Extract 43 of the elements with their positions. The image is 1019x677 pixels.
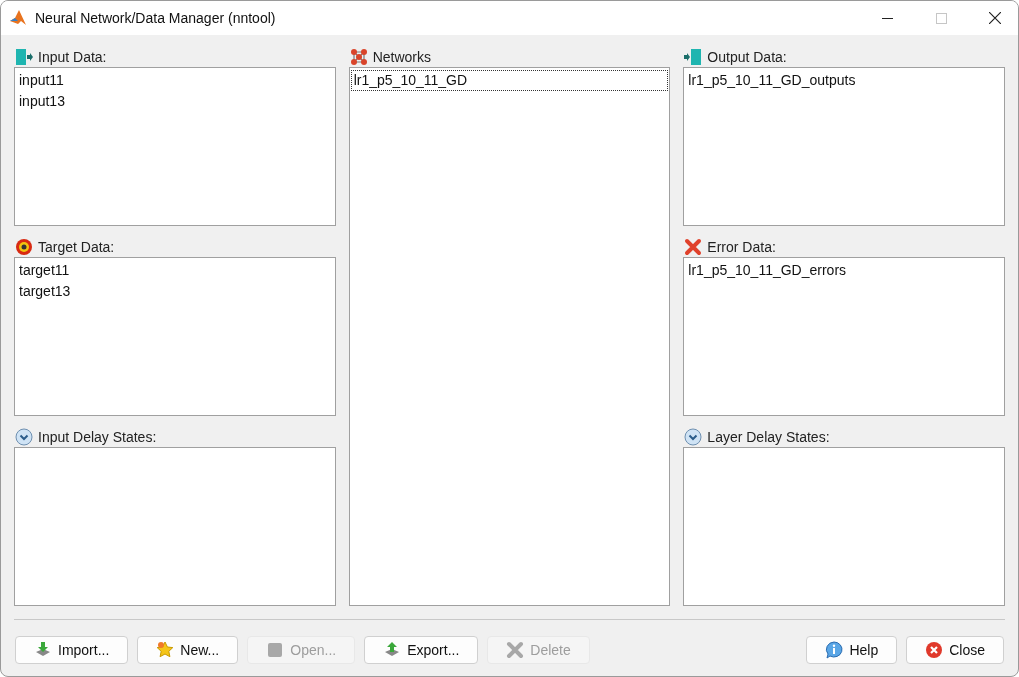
- list-label: Input Data:: [38, 49, 107, 65]
- star-icon: [156, 641, 175, 659]
- list-box[interactable]: lr1_p5_10_11_GD_errors: [683, 257, 1005, 416]
- list-item[interactable]: lr1_p5_10_11_GD: [350, 70, 669, 91]
- list-box[interactable]: target11 target13: [14, 257, 336, 416]
- list-item[interactable]: target13: [16, 281, 334, 302]
- close-icon: [925, 641, 944, 659]
- cross-icon: [506, 641, 525, 659]
- list-item[interactable]: lr1_p5_10_11_GD_outputs: [685, 70, 1003, 91]
- cross-icon: [684, 238, 703, 256]
- info-bubble-icon: [825, 641, 844, 659]
- list-item[interactable]: target11: [16, 260, 334, 281]
- window-title: Neural Network/Data Manager (nntool): [35, 10, 277, 26]
- door-arrow-icon: [684, 48, 703, 66]
- list-label: Input Delay States:: [38, 429, 157, 445]
- target-icon: [15, 238, 33, 256]
- door-arrow-icon: [15, 48, 33, 66]
- chevron-circle-icon: [15, 428, 33, 446]
- tray-arrow-icon: [34, 641, 52, 659]
- list-box[interactable]: input11 input13: [14, 67, 336, 226]
- list-label: Layer Delay States:: [707, 429, 830, 445]
- chevron-circle-icon: [684, 428, 703, 446]
- list-box[interactable]: lr1_p5_10_11_GD: [348, 67, 671, 606]
- export-button[interactable]: Export...: [364, 636, 479, 664]
- square-icon: [266, 641, 285, 659]
- import-button[interactable]: Import...: [15, 636, 129, 664]
- list-item[interactable]: input11: [16, 70, 334, 91]
- close-icon: [989, 12, 1001, 24]
- list-box[interactable]: [683, 447, 1005, 606]
- network-nodes-icon: [349, 48, 368, 66]
- maximize-icon: [935, 12, 947, 24]
- close-button[interactable]: Close: [906, 636, 1004, 664]
- list-label: Output Data:: [707, 49, 787, 65]
- help-button[interactable]: Help: [806, 636, 898, 664]
- list-label: Networks: [372, 49, 432, 65]
- new-button[interactable]: New...: [137, 636, 239, 664]
- list-label: Error Data:: [707, 239, 776, 255]
- peak-logo-icon: [9, 9, 27, 27]
- list-box[interactable]: [14, 447, 336, 606]
- list-box[interactable]: lr1_p5_10_11_GD_outputs: [683, 67, 1005, 226]
- list-item[interactable]: input13: [16, 91, 334, 112]
- list-label: Target Data:: [38, 239, 115, 255]
- list-item[interactable]: lr1_p5_10_11_GD_errors: [685, 260, 1003, 281]
